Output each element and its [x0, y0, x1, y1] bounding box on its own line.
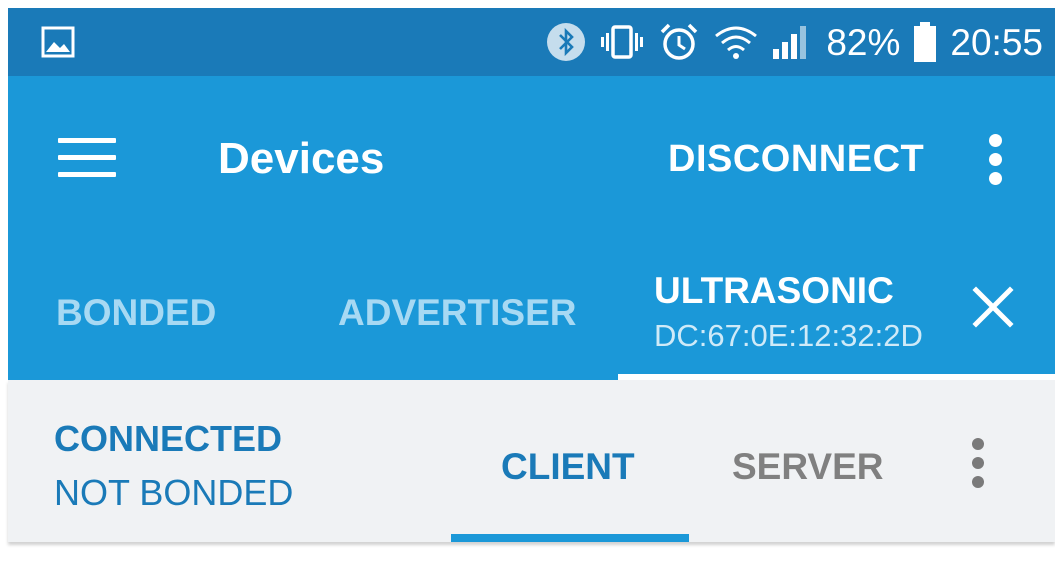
menu-icon[interactable]	[58, 138, 116, 178]
status-icons: 82% 20:55	[546, 8, 1043, 76]
disconnect-button[interactable]: DISCONNECT	[668, 138, 924, 181]
device-name: ULTRASONIC	[654, 270, 894, 311]
clock: 20:55	[950, 21, 1043, 63]
bluetooth-icon	[546, 22, 586, 62]
tab-advertiser[interactable]: ADVERTISER	[338, 292, 576, 334]
image-icon	[41, 26, 75, 58]
app-frame: 82% 20:55 Devices DISCONNECT BONDED ADVE…	[0, 0, 1055, 566]
close-icon[interactable]	[968, 282, 1018, 332]
vibrate-icon	[600, 24, 644, 60]
device-tabs: BONDED ADVERTISER ULTRASONIC DC:67:0E:12…	[8, 246, 1055, 380]
tab-server[interactable]: SERVER	[732, 446, 884, 488]
tab-bonded[interactable]: BONDED	[56, 292, 216, 334]
alarm-icon	[658, 21, 700, 63]
status-bar: 82% 20:55	[8, 8, 1055, 76]
page-title: Devices	[218, 134, 385, 183]
battery-icon	[914, 22, 937, 62]
client-tab-indicator	[451, 534, 689, 542]
app-toolbar: Devices DISCONNECT	[8, 76, 1055, 246]
bond-state: NOT BONDED	[54, 472, 294, 513]
more-vert-icon[interactable]	[966, 438, 990, 490]
more-vert-icon[interactable]	[983, 134, 1007, 186]
device-address: DC:67:0E:12:32:2D	[654, 318, 923, 353]
tab-client[interactable]: CLIENT	[501, 446, 635, 488]
connection-state: CONNECTED	[54, 418, 283, 459]
wifi-icon	[714, 24, 758, 60]
battery-percent: 82%	[826, 21, 901, 63]
signal-icon	[772, 25, 812, 59]
connection-bar: CONNECTED NOT BONDED CLIENT SERVER	[8, 380, 1055, 542]
tab-device[interactable]: ULTRASONIC DC:67:0E:12:32:2D	[618, 246, 1055, 380]
